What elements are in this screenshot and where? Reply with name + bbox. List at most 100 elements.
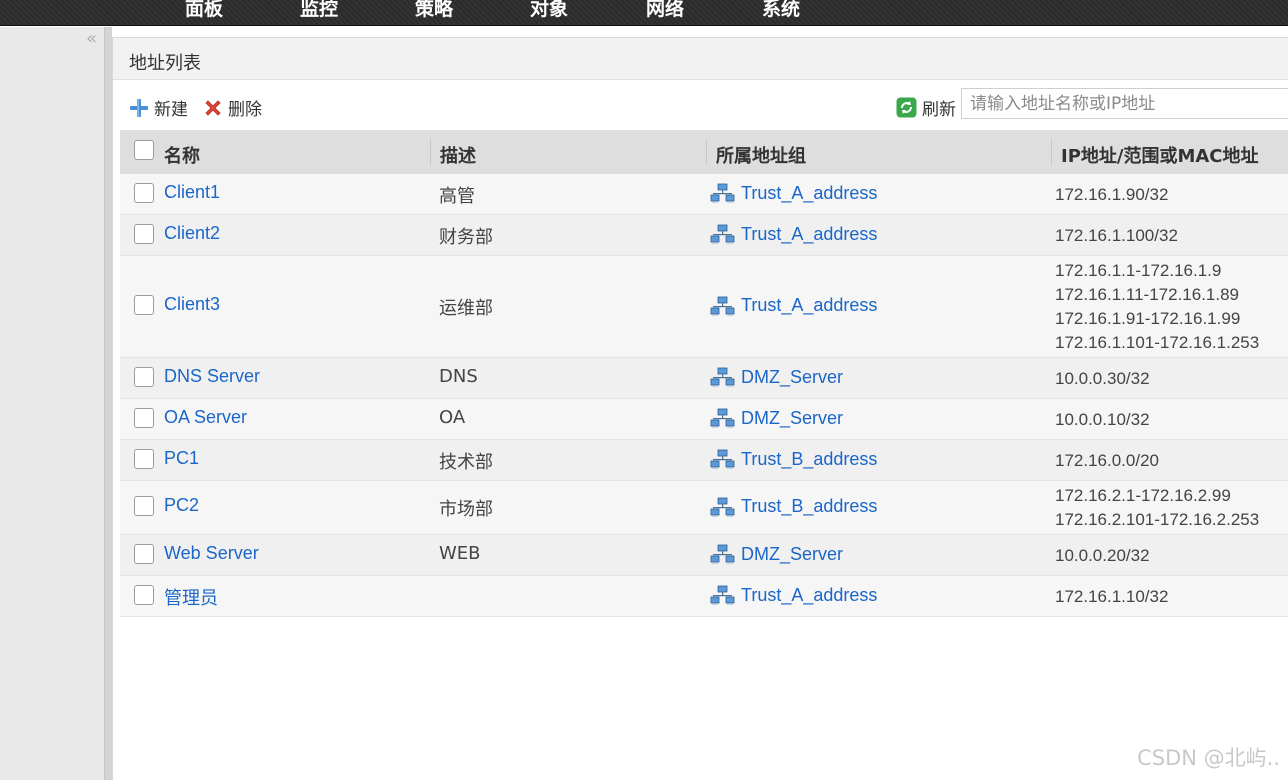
address-group-link[interactable]: DMZ_Server — [710, 408, 843, 429]
delete-x-icon — [203, 98, 223, 118]
address-group-link[interactable]: Trust_A_address — [710, 585, 877, 606]
address-group-label: Trust_B_address — [741, 496, 878, 516]
header-desc[interactable]: 描述 — [440, 142, 476, 168]
header-ip[interactable]: IP地址/范围或MAC地址 — [1061, 142, 1259, 168]
row-checkbox[interactable] — [134, 366, 154, 387]
ip-address-line: 10.0.0.30/32 — [1055, 368, 1150, 388]
address-group-label: DMZ_Server — [741, 407, 844, 428]
select-all-checkbox[interactable] — [134, 140, 154, 160]
table-row[interactable]: 管理员 Trust_A_address 172.16.1.10/32 — [120, 576, 1288, 617]
ip-address-cell: 172.16.1.10/32 — [1055, 585, 1168, 609]
address-group-label: Trust_A_address — [741, 295, 878, 315]
new-button-label: 新建 — [154, 100, 188, 120]
ip-address-line: 172.16.1.10/32 — [1055, 586, 1169, 606]
table-row[interactable]: PC1 技术部 Trust_B_address 172.16.0.0/20 — [120, 440, 1288, 481]
address-description: 技术部 — [439, 451, 493, 473]
header-name[interactable]: 名称 — [164, 142, 200, 168]
address-group-link[interactable]: Trust_B_address — [710, 496, 877, 517]
panel-header: 地址列表 — [113, 38, 1288, 80]
delete-button-label: 删除 — [228, 100, 262, 120]
row-checkbox[interactable] — [134, 496, 154, 516]
ip-address-line: 172.16.1.91-172.16.1.99 — [1055, 309, 1241, 328]
network-group-icon — [710, 497, 735, 516]
network-group-icon — [710, 367, 735, 387]
address-group-label: Trust_A_address — [741, 223, 878, 244]
ip-address-cell: 10.0.0.30/32 — [1055, 367, 1150, 391]
ip-address-line: 10.0.0.20/32 — [1055, 545, 1150, 565]
nav-item-network[interactable]: 网络 — [646, 0, 684, 21]
address-group-link[interactable]: DMZ_Server — [710, 544, 843, 565]
address-name-link[interactable]: DNS Server — [164, 366, 260, 387]
network-group-icon — [710, 224, 735, 244]
refresh-icon — [896, 97, 917, 118]
ip-address-line: 172.16.1.90/32 — [1055, 184, 1169, 204]
ip-address-cell: 10.0.0.20/32 — [1055, 544, 1150, 568]
ip-address-line: 172.16.2.101-172.16.2.253 — [1055, 510, 1260, 529]
refresh-button-label: 刷新 — [922, 100, 956, 120]
table-row[interactable]: DNS Server DNS DMZ_Server 10.0.0.30/32 — [120, 358, 1288, 399]
table-row[interactable]: Client3 运维部 Trust_A_address 172.16.1.1-172.… — [120, 256, 1288, 358]
refresh-button[interactable]: 刷新 — [896, 95, 956, 120]
sidebar-collapsed — [0, 27, 104, 780]
address-group-label: Trust_A_address — [741, 584, 878, 605]
ip-address-line: 172.16.0.0/20 — [1055, 450, 1159, 470]
table-row[interactable]: Client2 财务部 Trust_A_address 172.16.1.100/32 — [120, 215, 1288, 256]
ip-address-cell: 172.16.2.1-172.16.2.99 172.16.2.101-172.1… — [1055, 484, 1259, 532]
row-checkbox[interactable] — [134, 407, 154, 428]
address-name-link[interactable]: PC2 — [164, 495, 199, 516]
address-description: 市场部 — [439, 499, 493, 520]
new-button[interactable]: 新建 — [129, 95, 188, 120]
address-group-link[interactable]: Trust_A_address — [710, 295, 877, 316]
ip-address-line: 172.16.2.1-172.16.2.99 — [1055, 486, 1231, 505]
table-row[interactable]: OA Server OA DMZ_Server 10.0.0.10/32 — [120, 399, 1288, 440]
column-divider[interactable] — [706, 139, 707, 165]
address-group-label: Trust_B_address — [741, 448, 878, 469]
sidebar-splitter[interactable] — [104, 27, 112, 780]
ip-address-line: 172.16.1.100/32 — [1055, 225, 1178, 245]
address-group-link[interactable]: Trust_B_address — [710, 449, 877, 470]
row-checkbox[interactable] — [134, 584, 154, 605]
address-group-link[interactable]: Trust_A_address — [710, 183, 877, 204]
nav-item-dashboard[interactable]: 面板 — [185, 0, 223, 21]
column-divider[interactable] — [430, 139, 431, 165]
column-divider[interactable] — [1051, 139, 1052, 165]
address-group-label: DMZ_Server — [741, 366, 844, 387]
address-group-label: Trust_A_address — [741, 182, 878, 203]
address-name-link[interactable]: Web Server — [164, 543, 259, 564]
ip-address-cell: 172.16.0.0/20 — [1055, 449, 1159, 473]
address-name-link[interactable]: OA Server — [164, 407, 247, 428]
network-group-icon — [710, 585, 735, 605]
table-row[interactable]: PC2 市场部 Trust_B_address 172.16.2.1-172.16.2… — [120, 481, 1288, 535]
address-group-link[interactable]: DMZ_Server — [710, 367, 843, 388]
top-nav-bar: 面板 监控 策略 对象 网络 系统 — [0, 0, 1288, 26]
address-name-link[interactable]: Client2 — [164, 223, 220, 244]
address-name-link[interactable]: PC1 — [164, 448, 199, 469]
address-description: 高管 — [439, 185, 475, 207]
address-description: OA — [439, 406, 466, 428]
nav-item-object[interactable]: 对象 — [530, 0, 568, 21]
collapse-sidebar-icon[interactable]: « — [86, 29, 97, 49]
header-group[interactable]: 所属地址组 — [716, 142, 806, 168]
address-group-link[interactable]: Trust_A_address — [710, 224, 877, 245]
nav-item-policy[interactable]: 策略 — [415, 0, 453, 21]
network-group-icon — [710, 296, 735, 315]
nav-item-monitor[interactable]: 监控 — [300, 0, 338, 21]
row-checkbox[interactable] — [134, 223, 154, 244]
search-input[interactable] — [961, 88, 1288, 119]
address-name-link[interactable]: Client1 — [164, 182, 220, 203]
row-checkbox[interactable] — [134, 448, 154, 469]
ip-address-line: 172.16.1.101-172.16.1.253 — [1055, 333, 1260, 352]
panel-title: 地址列表 — [129, 53, 201, 74]
row-checkbox[interactable] — [134, 182, 154, 203]
network-group-icon — [710, 183, 735, 203]
address-description: 财务部 — [439, 226, 493, 248]
table-row[interactable]: Client1 高管 Trust_A_address 172.16.1.90/32 — [120, 174, 1288, 215]
row-checkbox[interactable] — [134, 295, 154, 315]
address-name-link[interactable]: 管理员 — [164, 584, 218, 610]
address-name-link[interactable]: Client3 — [164, 294, 220, 315]
ip-address-cell: 172.16.1.100/32 — [1055, 224, 1178, 248]
nav-item-system[interactable]: 系统 — [762, 0, 800, 21]
row-checkbox[interactable] — [134, 543, 154, 564]
delete-button[interactable]: 删除 — [203, 95, 262, 120]
table-row[interactable]: Web Server WEB DMZ_Server 10.0.0.20/32 — [120, 535, 1288, 576]
